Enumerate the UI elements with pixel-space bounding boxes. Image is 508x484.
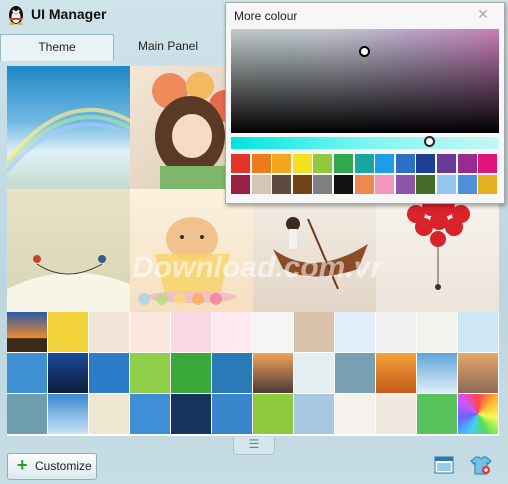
- colour-swatch[interactable]: [395, 175, 415, 194]
- theme-heart-balloons[interactable]: [376, 189, 499, 312]
- thumb-music[interactable]: [253, 312, 293, 352]
- thumb-city-night[interactable]: [48, 353, 88, 393]
- thumb-green[interactable]: [417, 394, 457, 434]
- thumb-blue-2[interactable]: [89, 353, 129, 393]
- colour-swatch[interactable]: [354, 154, 374, 173]
- watermark-text: Download.com.vn: [132, 251, 382, 284]
- thumb-orange-sky[interactable]: [376, 353, 416, 393]
- colour-swatches: [231, 154, 501, 196]
- thumb-beach[interactable]: [89, 394, 129, 434]
- colour-swatch[interactable]: [375, 154, 395, 173]
- thumb-bubbles[interactable]: [212, 394, 252, 434]
- plus-icon: +: [17, 455, 28, 475]
- tab-main-panel[interactable]: Main Panel: [112, 34, 224, 60]
- colour-swatch[interactable]: [272, 154, 292, 173]
- menu-grip-icon[interactable]: ☰: [233, 437, 275, 455]
- thumb-red-hearts[interactable]: [335, 394, 375, 434]
- colour-swatch[interactable]: [437, 154, 456, 173]
- background-window-icon[interactable]: [434, 456, 454, 474]
- colour-swatch[interactable]: [292, 175, 312, 194]
- customize-button[interactable]: + Customize: [7, 453, 97, 480]
- thumb-cartoon-cat[interactable]: [89, 312, 129, 352]
- thumb-silhouette[interactable]: [294, 394, 334, 434]
- ui-manager-window: UI Manager Theme Main Panel Download.com…: [0, 0, 508, 484]
- close-icon[interactable]: ✕: [474, 7, 492, 21]
- thumb-paper-crane[interactable]: [212, 312, 252, 352]
- thumb-grass[interactable]: [171, 353, 211, 393]
- colour-swatch[interactable]: [251, 154, 271, 173]
- thumb-daisies[interactable]: [212, 353, 252, 393]
- thumb-mountain-sunset[interactable]: [7, 312, 47, 352]
- thumb-water[interactable]: [7, 394, 47, 434]
- popup-title: More colour: [234, 9, 298, 23]
- thumb-blue-flowers[interactable]: [335, 312, 375, 352]
- colour-swatch[interactable]: [478, 154, 498, 173]
- colour-swatch[interactable]: [395, 154, 415, 173]
- theme-sky-rainbow[interactable]: [7, 66, 130, 189]
- colour-picker-knob[interactable]: [359, 46, 370, 57]
- colour-swatch[interactable]: [354, 175, 374, 194]
- thumb-boat[interactable]: [376, 394, 416, 434]
- colour-swatch[interactable]: [313, 175, 333, 194]
- colour-swatch[interactable]: [334, 154, 353, 173]
- more-colour-popup: More colour ✕: [225, 2, 505, 204]
- shirt-skin-icon[interactable]: [470, 454, 492, 476]
- colour-swatch[interactable]: [231, 154, 250, 173]
- colour-swatch[interactable]: [292, 154, 312, 173]
- colour-swatch[interactable]: [231, 175, 250, 194]
- colour-swatch[interactable]: [251, 175, 271, 194]
- thumb-yellow-doll[interactable]: [376, 312, 416, 352]
- hue-slider[interactable]: [231, 137, 499, 149]
- colour-swatch[interactable]: [416, 175, 436, 194]
- colour-swatch[interactable]: [478, 175, 498, 194]
- colour-swatch[interactable]: [375, 175, 395, 194]
- tab-theme[interactable]: Theme: [0, 34, 114, 61]
- thumb-blank[interactable]: [458, 312, 498, 352]
- colour-swatch[interactable]: [457, 154, 477, 173]
- thumb-blue-3[interactable]: [130, 394, 170, 434]
- colour-swatch[interactable]: [457, 175, 477, 194]
- watermark: Download.com.vn: [132, 251, 382, 305]
- app-title: UI Manager: [31, 6, 107, 22]
- thumb-blue-1[interactable]: [7, 353, 47, 393]
- thumb-pink-heart[interactable]: [171, 312, 211, 352]
- thumb-plant[interactable]: [417, 312, 457, 352]
- qq-penguin-icon: [9, 6, 23, 25]
- thumb-sky[interactable]: [48, 394, 88, 434]
- hue-slider-knob[interactable]: [424, 136, 435, 147]
- thumb-bridge[interactable]: [171, 394, 211, 434]
- thumb-snail[interactable]: [130, 353, 170, 393]
- thumb-bamboo[interactable]: [294, 353, 334, 393]
- theme-couple-swing[interactable]: [7, 189, 130, 312]
- thumb-green-leaves[interactable]: [253, 394, 293, 434]
- thumb-pier[interactable]: [458, 353, 498, 393]
- customize-label: Customize: [35, 459, 92, 473]
- thumb-red-character[interactable]: [130, 312, 170, 352]
- thumb-kitten[interactable]: [294, 312, 334, 352]
- thumb-rain-drops[interactable]: [335, 353, 375, 393]
- colour-swatch[interactable]: [313, 154, 333, 173]
- thumb-surfer[interactable]: [253, 353, 293, 393]
- colour-swatch[interactable]: [334, 175, 353, 194]
- thumb-runner[interactable]: [417, 353, 457, 393]
- thumb-rainbow-swirl[interactable]: [458, 394, 498, 434]
- colour-swatch[interactable]: [272, 175, 292, 194]
- thumb-chick[interactable]: [48, 312, 88, 352]
- colour-picker-area[interactable]: [231, 29, 499, 133]
- colour-swatch[interactable]: [437, 175, 456, 194]
- colour-swatch[interactable]: [416, 154, 436, 173]
